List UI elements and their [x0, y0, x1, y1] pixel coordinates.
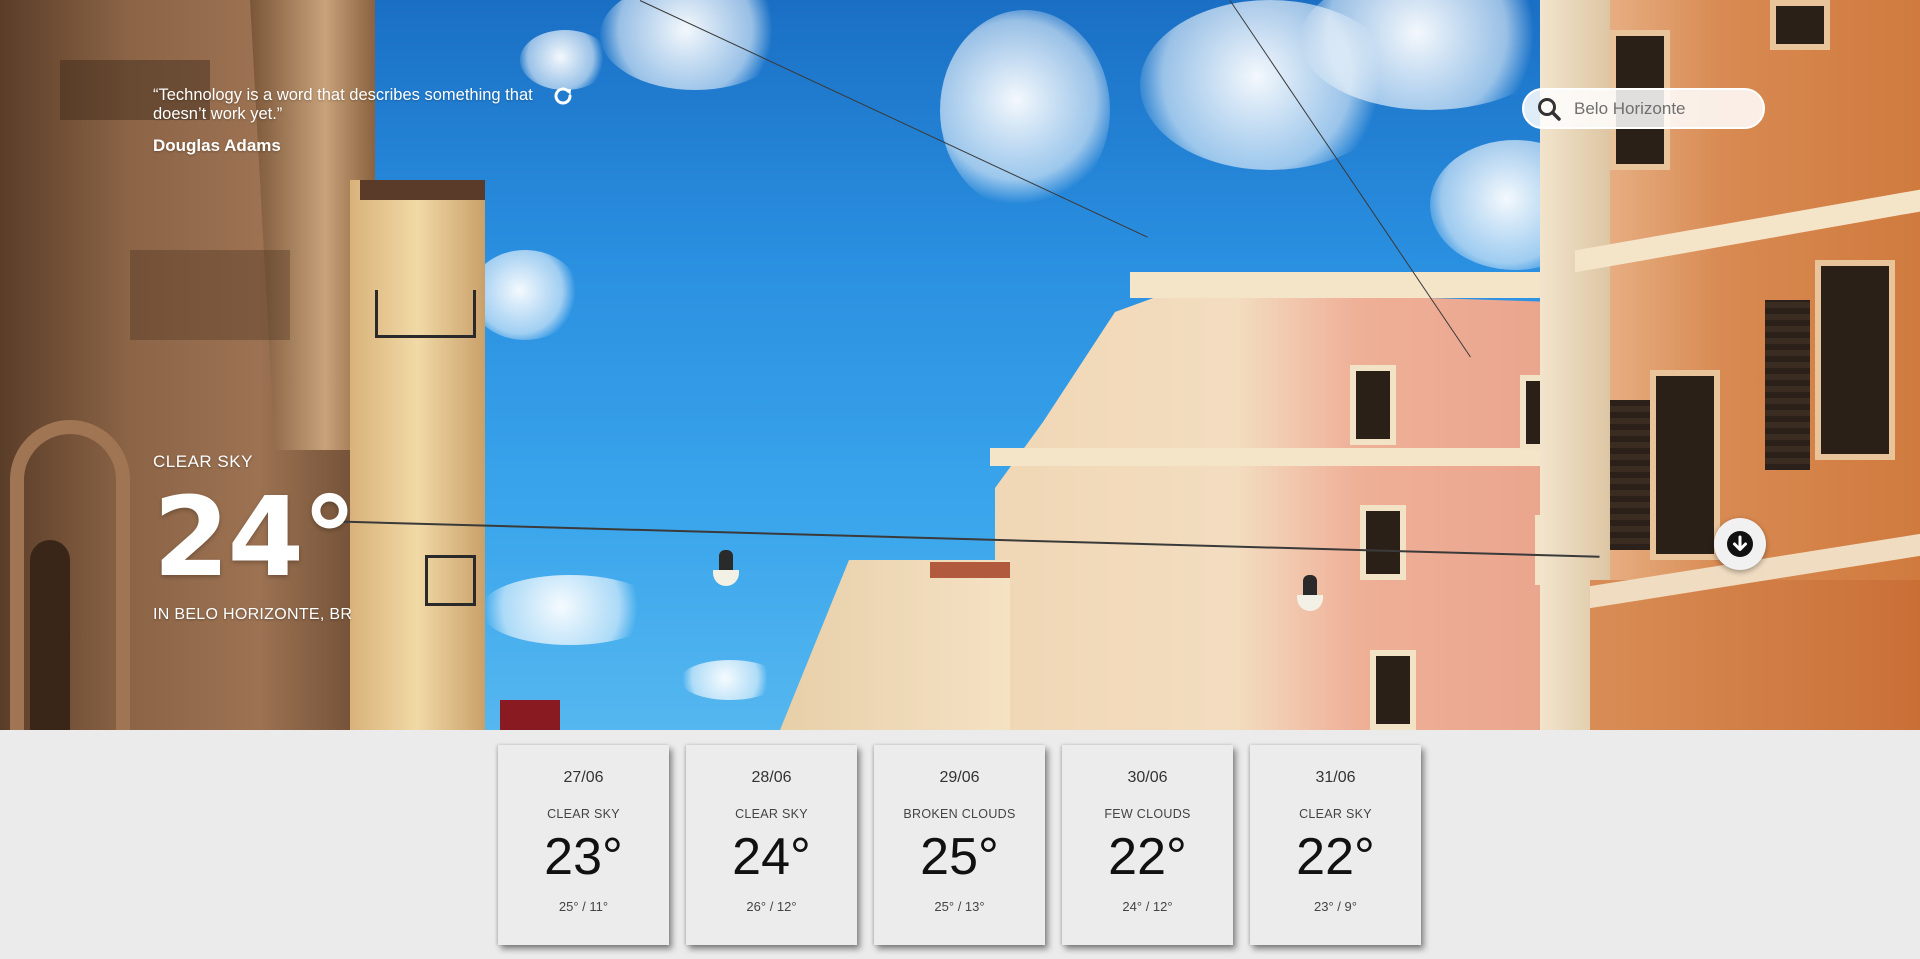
current-weather: CLEAR SKY 24° IN BELO HORIZONTE, BR — [153, 452, 357, 624]
forecast-temperature: 25° — [920, 828, 999, 886]
search-bar[interactable] — [1522, 88, 1765, 129]
arrow-down-circle-icon — [1727, 531, 1753, 557]
forecast-card: 28/06 CLEAR SKY 24° 26° / 12° — [686, 745, 857, 945]
forecast-temperature: 24° — [732, 828, 811, 886]
search-icon[interactable] — [1536, 96, 1562, 122]
forecast-description: CLEAR SKY — [735, 807, 808, 821]
forecast-range: 25° / 11° — [558, 899, 609, 914]
current-location: IN BELO HORIZONTE, BR — [153, 606, 353, 623]
forecast-card: 27/06 CLEAR SKY 23° 25° / 11° — [498, 745, 669, 945]
forecast-card: 30/06 FEW CLOUDS 22° 24° / 12° — [1062, 745, 1233, 945]
forecast-range: 24° / 12° — [1122, 899, 1173, 914]
forecast-description: BROKEN CLOUDS — [903, 807, 1016, 821]
forecast-date: 31/06 — [1315, 769, 1356, 786]
forecast-range: 23° / 9° — [1314, 899, 1357, 914]
quote-block: “Technology is a word that describes som… — [153, 86, 553, 156]
forecast-description: CLEAR SKY — [1299, 807, 1372, 821]
forecast-date: 27/06 — [563, 769, 604, 786]
forecast-description: FEW CLOUDS — [1104, 807, 1191, 821]
current-temperature: 24° — [153, 473, 357, 601]
forecast-range: 25° / 13° — [934, 899, 985, 914]
forecast-card: 31/06 CLEAR SKY 22° 23° / 9° — [1250, 745, 1421, 945]
current-description: CLEAR SKY — [153, 452, 253, 471]
forecast-range: 26° / 12° — [746, 899, 797, 914]
search-input[interactable] — [1572, 97, 1746, 120]
forecast-description: CLEAR SKY — [547, 807, 620, 821]
quote-author: Douglas Adams — [153, 136, 281, 155]
scroll-down-button[interactable] — [1714, 518, 1766, 570]
forecast-list: 27/06 CLEAR SKY 23° 25° / 11° 28/06 CLEA… — [498, 745, 1421, 945]
refresh-icon[interactable] — [551, 84, 575, 108]
forecast-temperature: 22° — [1108, 828, 1187, 886]
quote-text: “Technology is a word that describes som… — [153, 86, 533, 123]
forecast-card: 29/06 BROKEN CLOUDS 25° 25° / 13° — [874, 745, 1045, 945]
forecast-temperature: 23° — [544, 828, 623, 886]
forecast-date: 30/06 — [1127, 769, 1168, 786]
forecast-temperature: 22° — [1296, 828, 1375, 886]
forecast-date: 28/06 — [751, 769, 792, 786]
forecast-date: 29/06 — [939, 769, 980, 786]
